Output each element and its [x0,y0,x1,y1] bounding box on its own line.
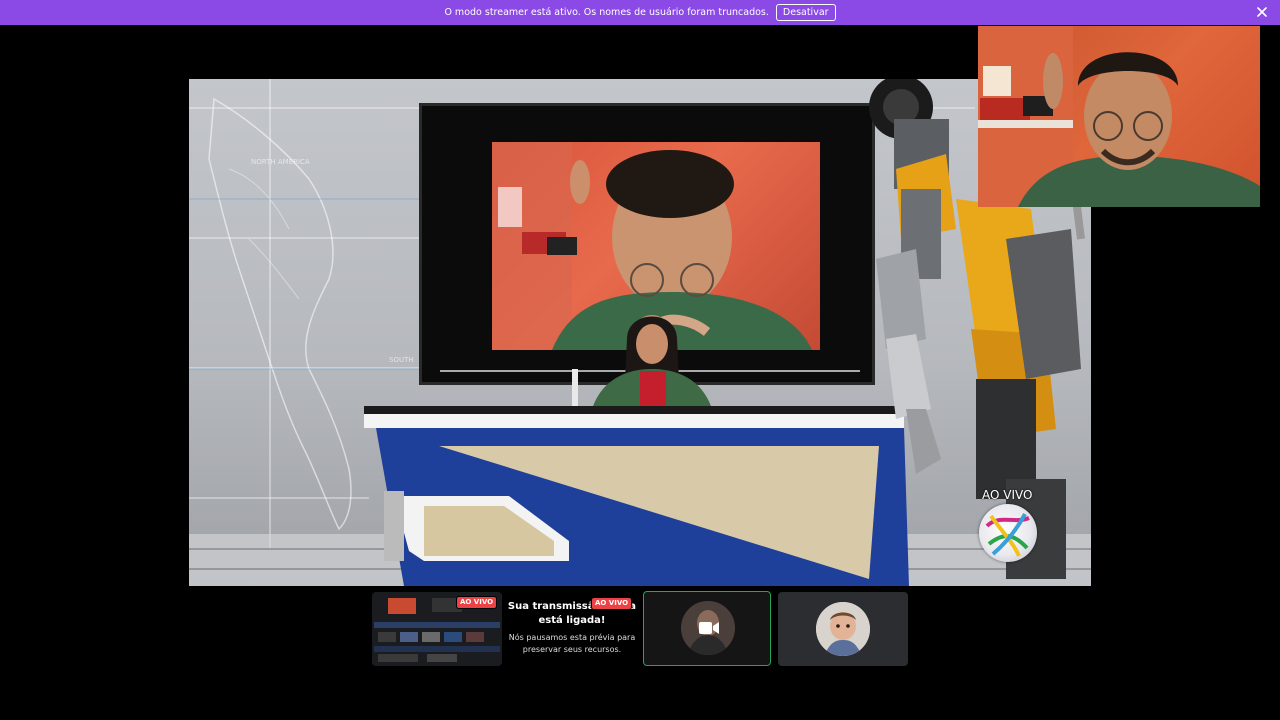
participant-tile-user[interactable] [778,592,908,666]
live-badge: AO VIVO [456,596,498,609]
participant-tile-camera[interactable] [643,591,771,666]
stream-video[interactable]: NORTH AMERICA SOUTH AO VIVO [189,79,1091,586]
webcam-person [978,26,1260,207]
live-label: AO VIVO [982,488,1033,502]
disable-streamer-mode-button[interactable]: Desativar [775,4,836,21]
avatar-image [816,602,870,656]
map-label-north: NORTH AMERICA [251,158,310,166]
camera-icon [699,622,719,634]
live-badge-info: AO VIVO [591,597,633,610]
webcam-overlay[interactable] [978,26,1260,207]
channel-logo-swirl [985,513,1030,557]
stream-preview-thumbnail[interactable]: AO VIVO [372,592,502,666]
banner-message: O modo streamer está ativo. Os nomes de … [444,7,769,18]
news-desk [364,406,909,586]
close-icon[interactable] [1255,5,1269,19]
notice-subtitle: Nós pausamos esta prévia para preservar … [508,633,636,654]
avatar [816,602,870,656]
map-label-south: SOUTH [389,356,414,364]
channel-logo [979,504,1037,562]
streamer-mode-banner: O modo streamer está ativo. Os nomes de … [0,0,1280,25]
presenter-figure [572,315,712,409]
